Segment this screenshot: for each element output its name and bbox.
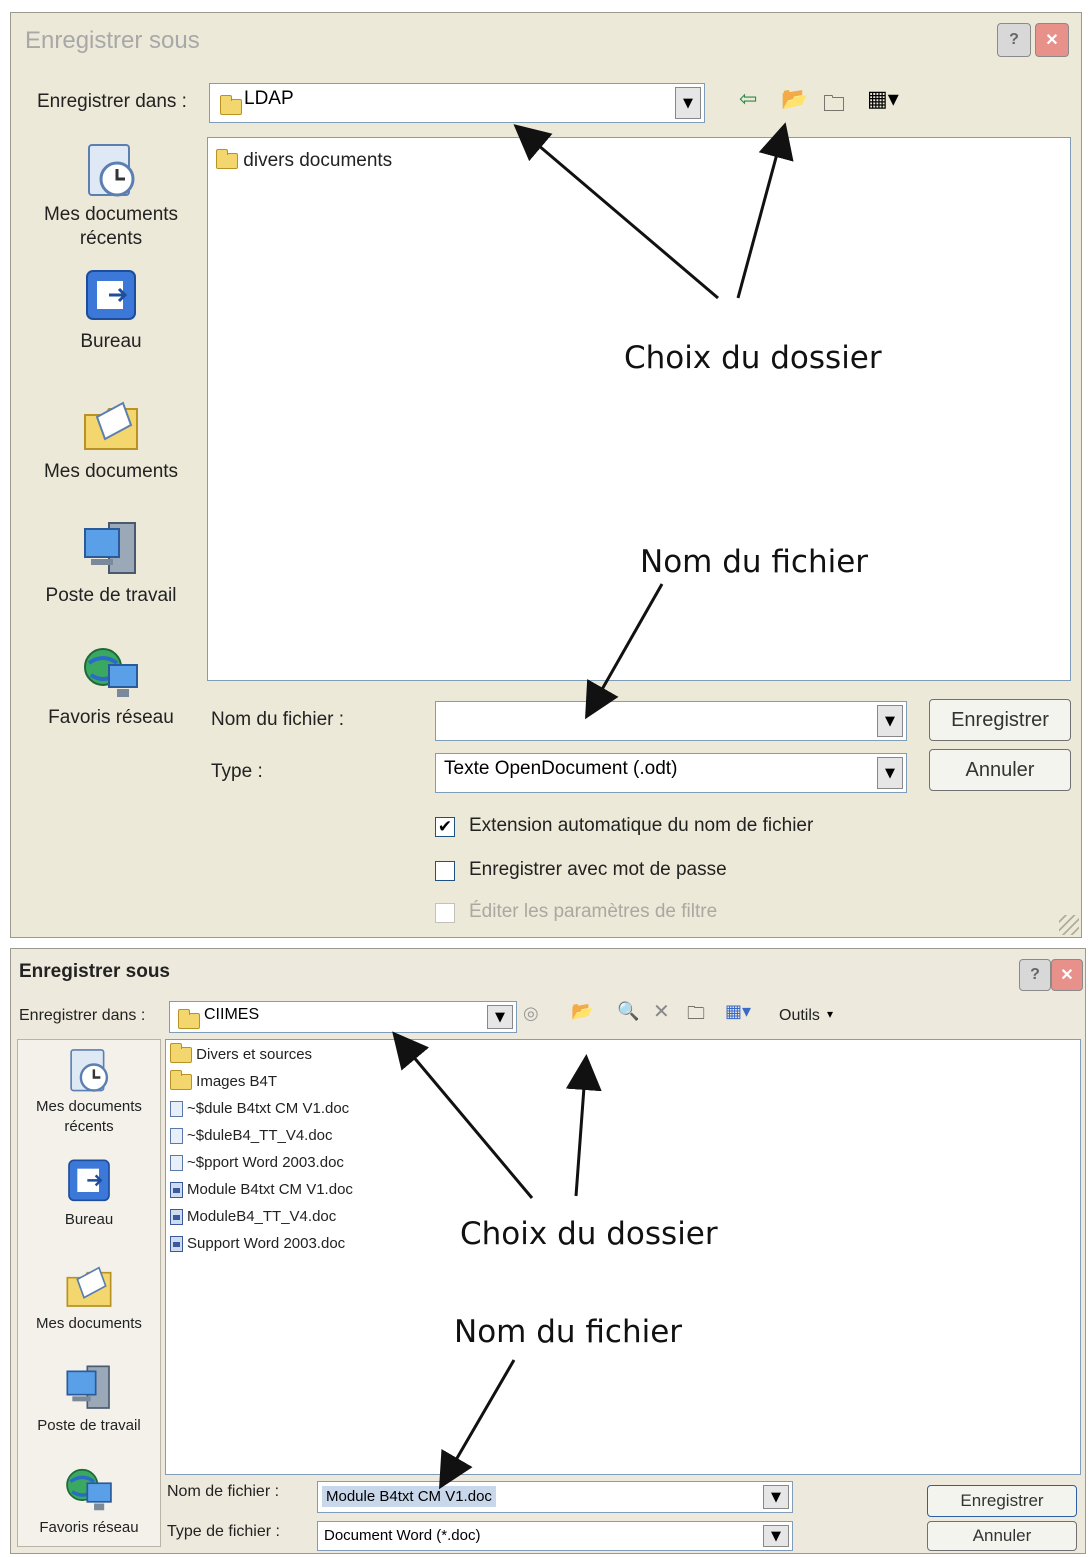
arrow-to-filename (585, 583, 664, 720)
arrow-to-toolbar-2 (565, 1054, 602, 1197)
arrow-to-folder-combo (513, 124, 719, 300)
arrow-to-toolbar (736, 122, 794, 299)
arrow-to-filename-2 (438, 1359, 516, 1490)
annotation-arrows (392, 122, 794, 1490)
arrow-to-folder-combo-2 (392, 1031, 534, 1199)
